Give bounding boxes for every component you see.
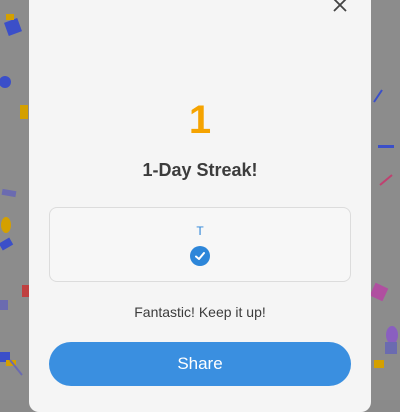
day-completed-badge bbox=[190, 246, 210, 266]
confetti-piece bbox=[369, 282, 389, 302]
confetti-piece bbox=[378, 145, 394, 148]
day-label: T bbox=[196, 224, 204, 238]
share-button[interactable]: Share bbox=[49, 342, 351, 386]
confetti-piece bbox=[374, 360, 384, 368]
checkmark-icon bbox=[195, 252, 205, 260]
confetti-piece bbox=[0, 237, 14, 251]
streak-count: 1 bbox=[188, 98, 212, 142]
confetti-piece bbox=[4, 18, 22, 36]
close-icon bbox=[333, 0, 347, 12]
streak-title: 1-Day Streak! bbox=[142, 160, 258, 180]
confetti-piece bbox=[386, 326, 398, 344]
confetti-piece bbox=[1, 217, 11, 233]
confetti-piece bbox=[0, 76, 11, 88]
confetti-piece bbox=[1, 188, 17, 198]
confetti-piece bbox=[6, 14, 14, 20]
close-button[interactable] bbox=[329, 0, 351, 16]
confetti-piece bbox=[385, 342, 397, 354]
week-progress-card: T bbox=[49, 207, 351, 282]
encouragement-message: Fantastic! Keep it up! bbox=[134, 304, 266, 320]
